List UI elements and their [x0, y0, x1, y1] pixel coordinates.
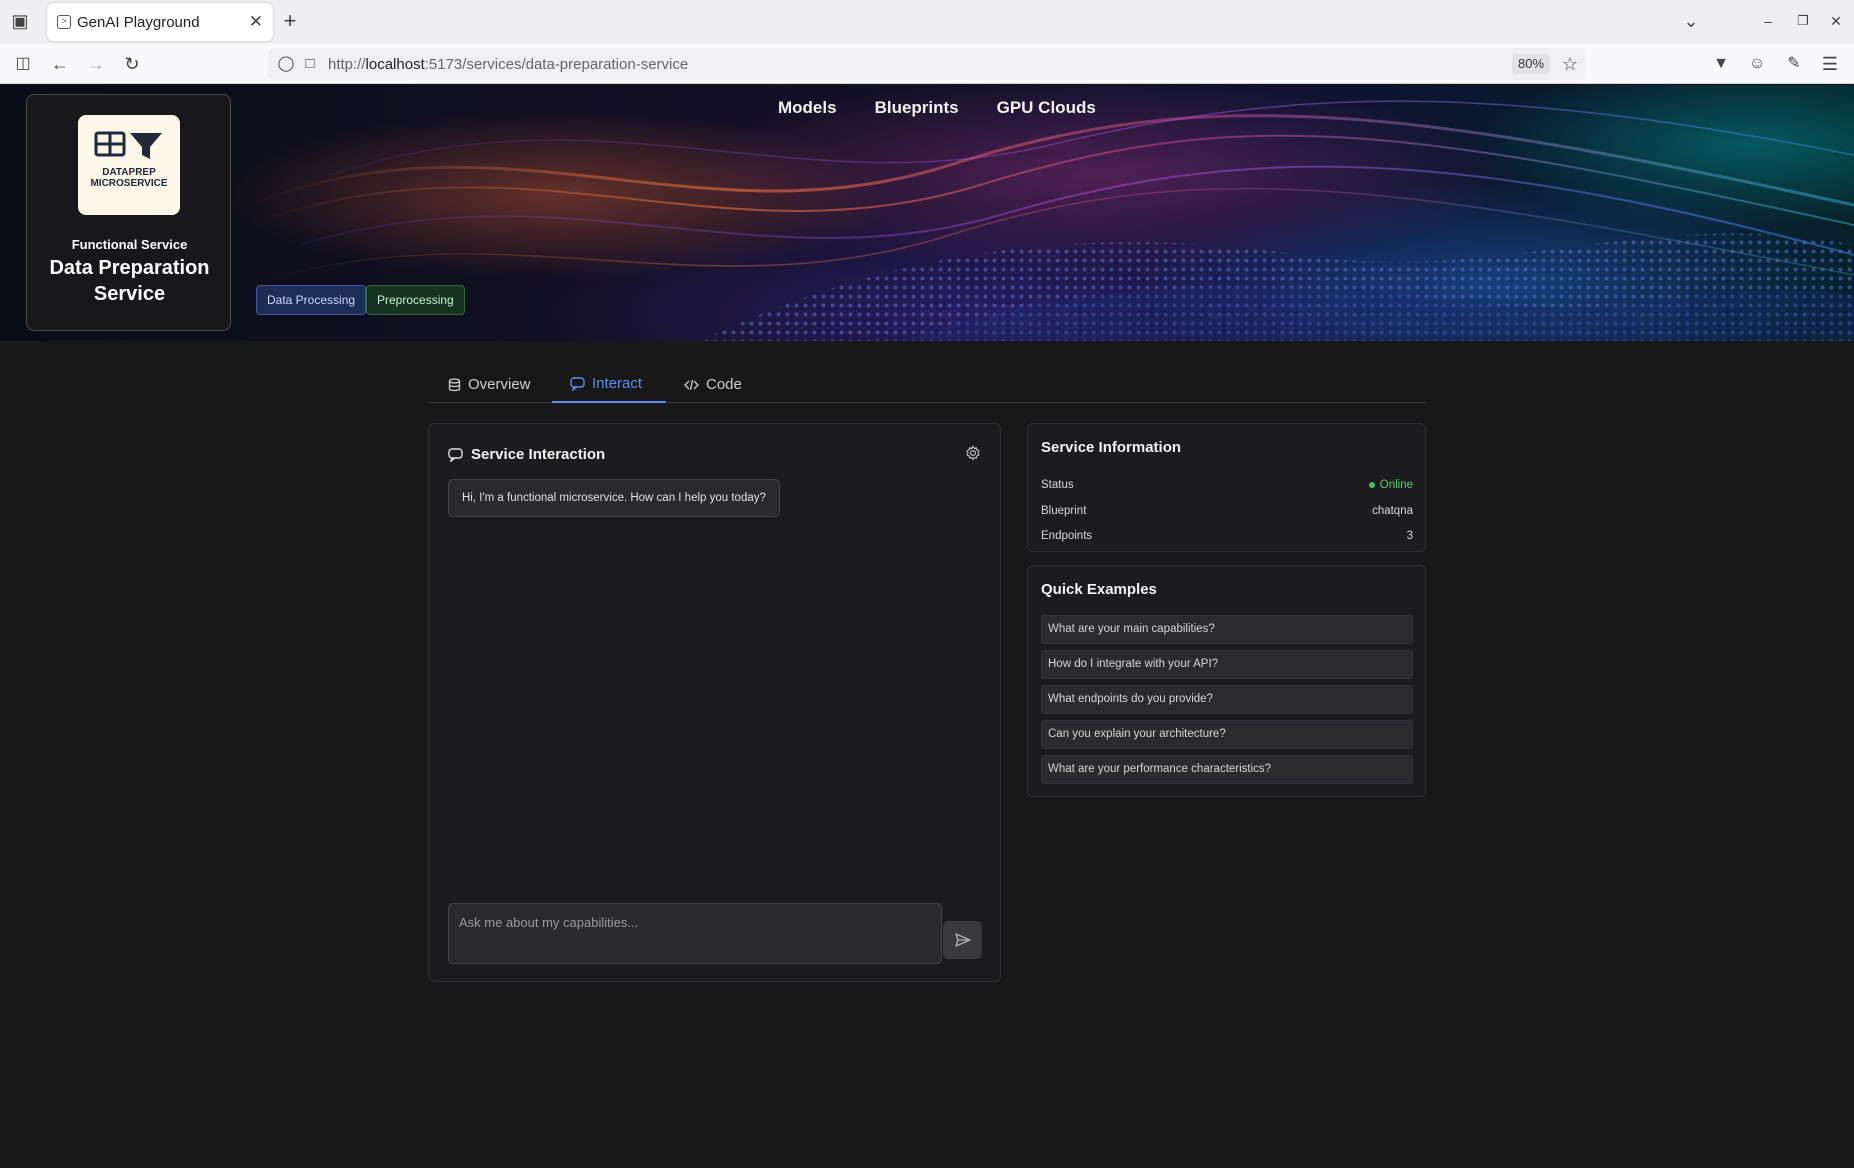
navigation-toolbar: ◫ ← → ↻ ◯ □ http://localhost:5173/servic… [0, 44, 1854, 84]
reload-icon[interactable]: ↻ [122, 54, 142, 74]
online-dot-icon [1368, 482, 1375, 488]
dataprep-logo: DATAPREP MICROSERVICE [78, 115, 180, 215]
tab-list-icon[interactable]: ⌄ [1681, 11, 1701, 31]
info-row-endpoints: Endpoints 3 [1041, 530, 1413, 542]
close-tab-icon[interactable]: ✕ [249, 12, 263, 32]
service-tabs: Overview Interact Code [428, 366, 1426, 403]
send-icon [954, 933, 971, 947]
service-card: DATAPREP MICROSERVICE Functional Service… [26, 94, 231, 331]
new-tab-icon[interactable]: + [280, 10, 300, 32]
nav-models[interactable]: Models [778, 98, 837, 118]
code-icon [684, 379, 699, 390]
browser-tab[interactable]: > GenAI Playground ✕ [47, 3, 273, 41]
info-row-status: Status Online [1041, 479, 1413, 491]
tab-title: GenAI Playground [77, 14, 200, 31]
service-interaction-panel: Service Interaction Hi, I'm a functional… [428, 423, 1001, 982]
chat-bubble-icon [570, 376, 585, 391]
page-icon: □ [305, 55, 315, 72]
tab-code-label: Code [706, 376, 742, 393]
terminal-icon: > [57, 15, 71, 29]
panel-header: Service Interaction [448, 446, 605, 463]
menu-icon[interactable]: ☰ [1820, 54, 1840, 74]
top-nav: Models Blueprints GPU Clouds [778, 98, 1096, 118]
tag-preprocessing[interactable]: Preprocessing [366, 285, 465, 315]
browser-tab-bar: ▣ > GenAI Playground ✕ + ⌄ – ❐ ✕ [0, 0, 1854, 44]
quick-examples-panel: Quick Examples What are your main capabi… [1027, 565, 1426, 797]
zoom-level[interactable]: 80% [1512, 54, 1551, 74]
url-text[interactable]: http://localhost:5173/services/data-prep… [328, 56, 688, 73]
address-bar[interactable]: ◯ □ http://localhost:5173/services/data-… [268, 48, 1586, 80]
tab-code[interactable]: Code [684, 366, 742, 403]
tab-interact-label: Interact [592, 375, 643, 392]
back-icon[interactable]: ← [50, 54, 70, 74]
minimize-icon[interactable]: – [1758, 11, 1778, 31]
service-name: Data Preparation Service [49, 257, 210, 305]
tab-overview[interactable]: Overview [448, 366, 531, 403]
settings-gear-icon[interactable] [965, 445, 981, 466]
tag-data-processing[interactable]: Data Processing [256, 285, 367, 315]
nav-gpu-clouds[interactable]: GPU Clouds [997, 98, 1096, 118]
window-close-icon[interactable]: ✕ [1826, 11, 1846, 31]
send-button[interactable] [943, 921, 982, 959]
status-badge: Online [1368, 479, 1413, 491]
panel-title: Service Interaction [471, 446, 606, 463]
quick-examples-title: Quick Examples [1041, 581, 1157, 598]
bookmark-star-icon[interactable]: ☆ [1560, 54, 1580, 74]
assistant-message: Hi, I'm a functional microservice. How c… [448, 479, 780, 517]
service-category: Functional Service [71, 237, 188, 252]
info-row-blueprint: Blueprint chatqna [1041, 505, 1413, 517]
pocket-icon[interactable]: ▼ [1711, 54, 1731, 74]
quick-example-item[interactable]: What are your performance characteristic… [1041, 755, 1413, 784]
restore-icon[interactable]: ❐ [1793, 11, 1813, 31]
chat-bubble-icon [448, 447, 463, 462]
logo-text: DATAPREP MICROSERVICE [90, 167, 168, 189]
tab-interact[interactable]: Interact [552, 366, 666, 403]
tab-overview-label: Overview [468, 376, 531, 393]
quick-example-item[interactable]: What are your main capabilities? [1041, 615, 1413, 644]
tab-overview-icon[interactable]: ▣ [10, 11, 30, 31]
nav-blueprints[interactable]: Blueprints [875, 98, 959, 118]
quick-example-item[interactable]: What endpoints do you provide? [1041, 685, 1413, 714]
account-icon[interactable]: ☺ [1747, 54, 1767, 74]
quick-example-item[interactable]: How do I integrate with your API? [1041, 650, 1413, 679]
chat-input[interactable] [448, 903, 942, 964]
sidebar-toggle-icon[interactable]: ◫ [13, 54, 33, 74]
service-information-title: Service Information [1041, 439, 1182, 456]
extensions-icon[interactable]: ✎ [1784, 54, 1804, 74]
service-information-panel: Service Information Status Online Bluepr… [1027, 423, 1426, 552]
shield-icon[interactable]: ◯ [276, 54, 296, 74]
quick-example-item[interactable]: Can you explain your architecture? [1041, 720, 1413, 749]
forward-icon[interactable]: → [86, 54, 106, 74]
database-icon [448, 377, 461, 391]
